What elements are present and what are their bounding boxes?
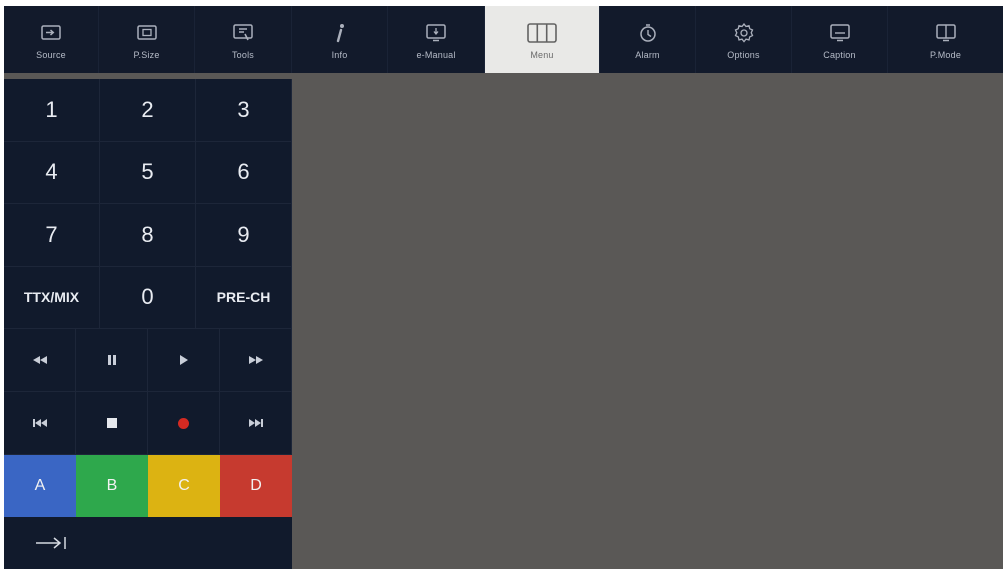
ttx-mix-button[interactable]: TTX/MIX xyxy=(4,266,100,329)
alarm-label: Alarm xyxy=(635,50,660,60)
color-keys: A B C D xyxy=(4,455,292,517)
pause-button[interactable] xyxy=(76,329,148,392)
stop-button[interactable] xyxy=(76,392,148,455)
color-key-a[interactable]: A xyxy=(4,455,76,517)
fast-forward-icon xyxy=(248,356,263,364)
info-label: Info xyxy=(331,50,348,60)
top-menu-bar: Source P.Size Tools Info e-Manual Menu A… xyxy=(4,6,1003,73)
record-icon xyxy=(178,417,189,429)
skip-previous-button[interactable] xyxy=(4,392,76,455)
key-1[interactable]: 1 xyxy=(4,79,100,142)
picture-size-label: P.Size xyxy=(133,50,160,60)
key-2[interactable]: 2 xyxy=(100,79,196,142)
remote-control-screen: Source P.Size Tools Info e-Manual Menu A… xyxy=(4,6,1003,569)
menu-button[interactable]: Menu xyxy=(485,6,600,73)
keypad-panel: 1 2 3 4 5 6 7 8 9 TTX/MIX 0 PRE-CH A B C… xyxy=(4,79,292,569)
key-5[interactable]: 5 xyxy=(100,141,196,204)
key-0[interactable]: 0 xyxy=(100,266,196,329)
color-key-c[interactable]: C xyxy=(148,455,220,517)
source-label: Source xyxy=(36,50,66,60)
menu-icon xyxy=(527,19,557,47)
picture-mode-icon xyxy=(931,19,961,47)
skip-next-button[interactable] xyxy=(220,392,292,455)
exit-icon xyxy=(35,536,67,550)
picture-size-button[interactable]: P.Size xyxy=(99,6,195,73)
key-7[interactable]: 7 xyxy=(4,204,100,267)
number-keypad: 1 2 3 4 5 6 7 8 9 TTX/MIX 0 PRE-CH xyxy=(4,79,292,329)
caption-icon xyxy=(825,19,855,47)
caption-button[interactable]: Caption xyxy=(792,6,888,73)
stop-icon xyxy=(106,418,117,428)
fast-forward-button[interactable] xyxy=(220,329,292,392)
play-button[interactable] xyxy=(148,329,220,392)
key-3[interactable]: 3 xyxy=(196,79,292,142)
e-manual-icon xyxy=(421,19,451,47)
exit-button[interactable] xyxy=(34,531,68,555)
record-button[interactable] xyxy=(148,392,220,455)
options-button[interactable]: Options xyxy=(696,6,792,73)
key-4[interactable]: 4 xyxy=(4,141,100,204)
rewind-button[interactable] xyxy=(4,329,76,392)
caption-label: Caption xyxy=(823,50,856,60)
tools-button[interactable]: Tools xyxy=(195,6,292,73)
info-icon xyxy=(325,19,355,47)
source-icon xyxy=(36,19,66,47)
alarm-button[interactable]: Alarm xyxy=(600,6,696,73)
skip-previous-icon xyxy=(32,419,47,427)
e-manual-label: e-Manual xyxy=(416,50,456,60)
play-icon xyxy=(179,355,188,365)
main-content-area xyxy=(292,73,1003,569)
pause-icon xyxy=(107,355,116,365)
menu-label: Menu xyxy=(530,50,554,60)
color-key-b[interactable]: B xyxy=(76,455,148,517)
rewind-icon xyxy=(32,356,47,364)
alarm-icon xyxy=(633,19,663,47)
source-button[interactable]: Source xyxy=(4,6,99,73)
exit-row xyxy=(4,517,292,569)
options-label: Options xyxy=(727,50,760,60)
key-9[interactable]: 9 xyxy=(196,204,292,267)
pre-ch-button[interactable]: PRE-CH xyxy=(196,266,292,329)
options-icon xyxy=(729,19,759,47)
e-manual-button[interactable]: e-Manual xyxy=(388,6,485,73)
info-button[interactable]: Info xyxy=(292,6,388,73)
media-controls xyxy=(4,329,292,455)
picture-mode-button[interactable]: P.Mode xyxy=(888,6,1003,73)
skip-next-icon xyxy=(248,419,263,427)
tools-label: Tools xyxy=(231,50,254,60)
key-8[interactable]: 8 xyxy=(100,204,196,267)
picture-mode-label: P.Mode xyxy=(929,50,962,60)
key-6[interactable]: 6 xyxy=(196,141,292,204)
picture-size-icon xyxy=(132,19,162,47)
color-key-d[interactable]: D xyxy=(220,455,292,517)
tools-icon xyxy=(228,19,258,47)
